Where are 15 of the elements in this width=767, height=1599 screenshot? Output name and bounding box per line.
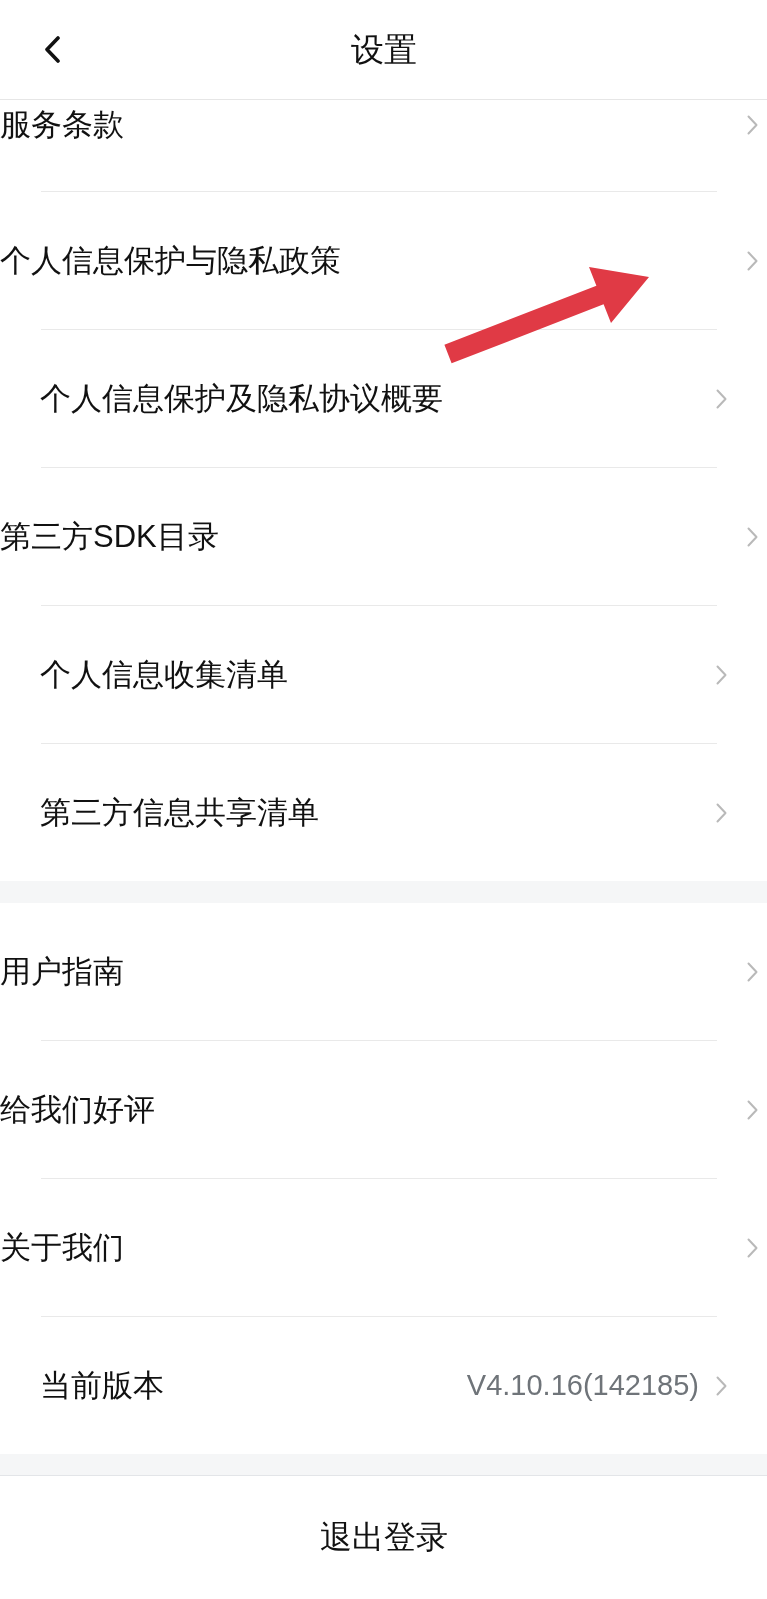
- chevron-right-icon: [747, 1099, 758, 1120]
- chevron-left-icon: [44, 36, 60, 63]
- chevron-right-icon: [716, 664, 727, 685]
- page-title: 设置: [350, 29, 417, 70]
- chevron-right-icon: [716, 1375, 727, 1396]
- chevron-right-icon: [747, 526, 758, 547]
- chevron-right-icon: [747, 1237, 758, 1258]
- chevron-right-icon: [716, 388, 727, 409]
- chevron-right-icon: [747, 250, 758, 271]
- chevron-right-icon: [747, 961, 758, 982]
- chevron-right-icon: [716, 802, 727, 823]
- back-button[interactable]: [44, 36, 60, 63]
- version-text: V4.10.16(142185): [466, 1368, 699, 1403]
- pointer-arrow-icon: [444, 266, 650, 364]
- chevron-right-icon: [747, 114, 758, 135]
